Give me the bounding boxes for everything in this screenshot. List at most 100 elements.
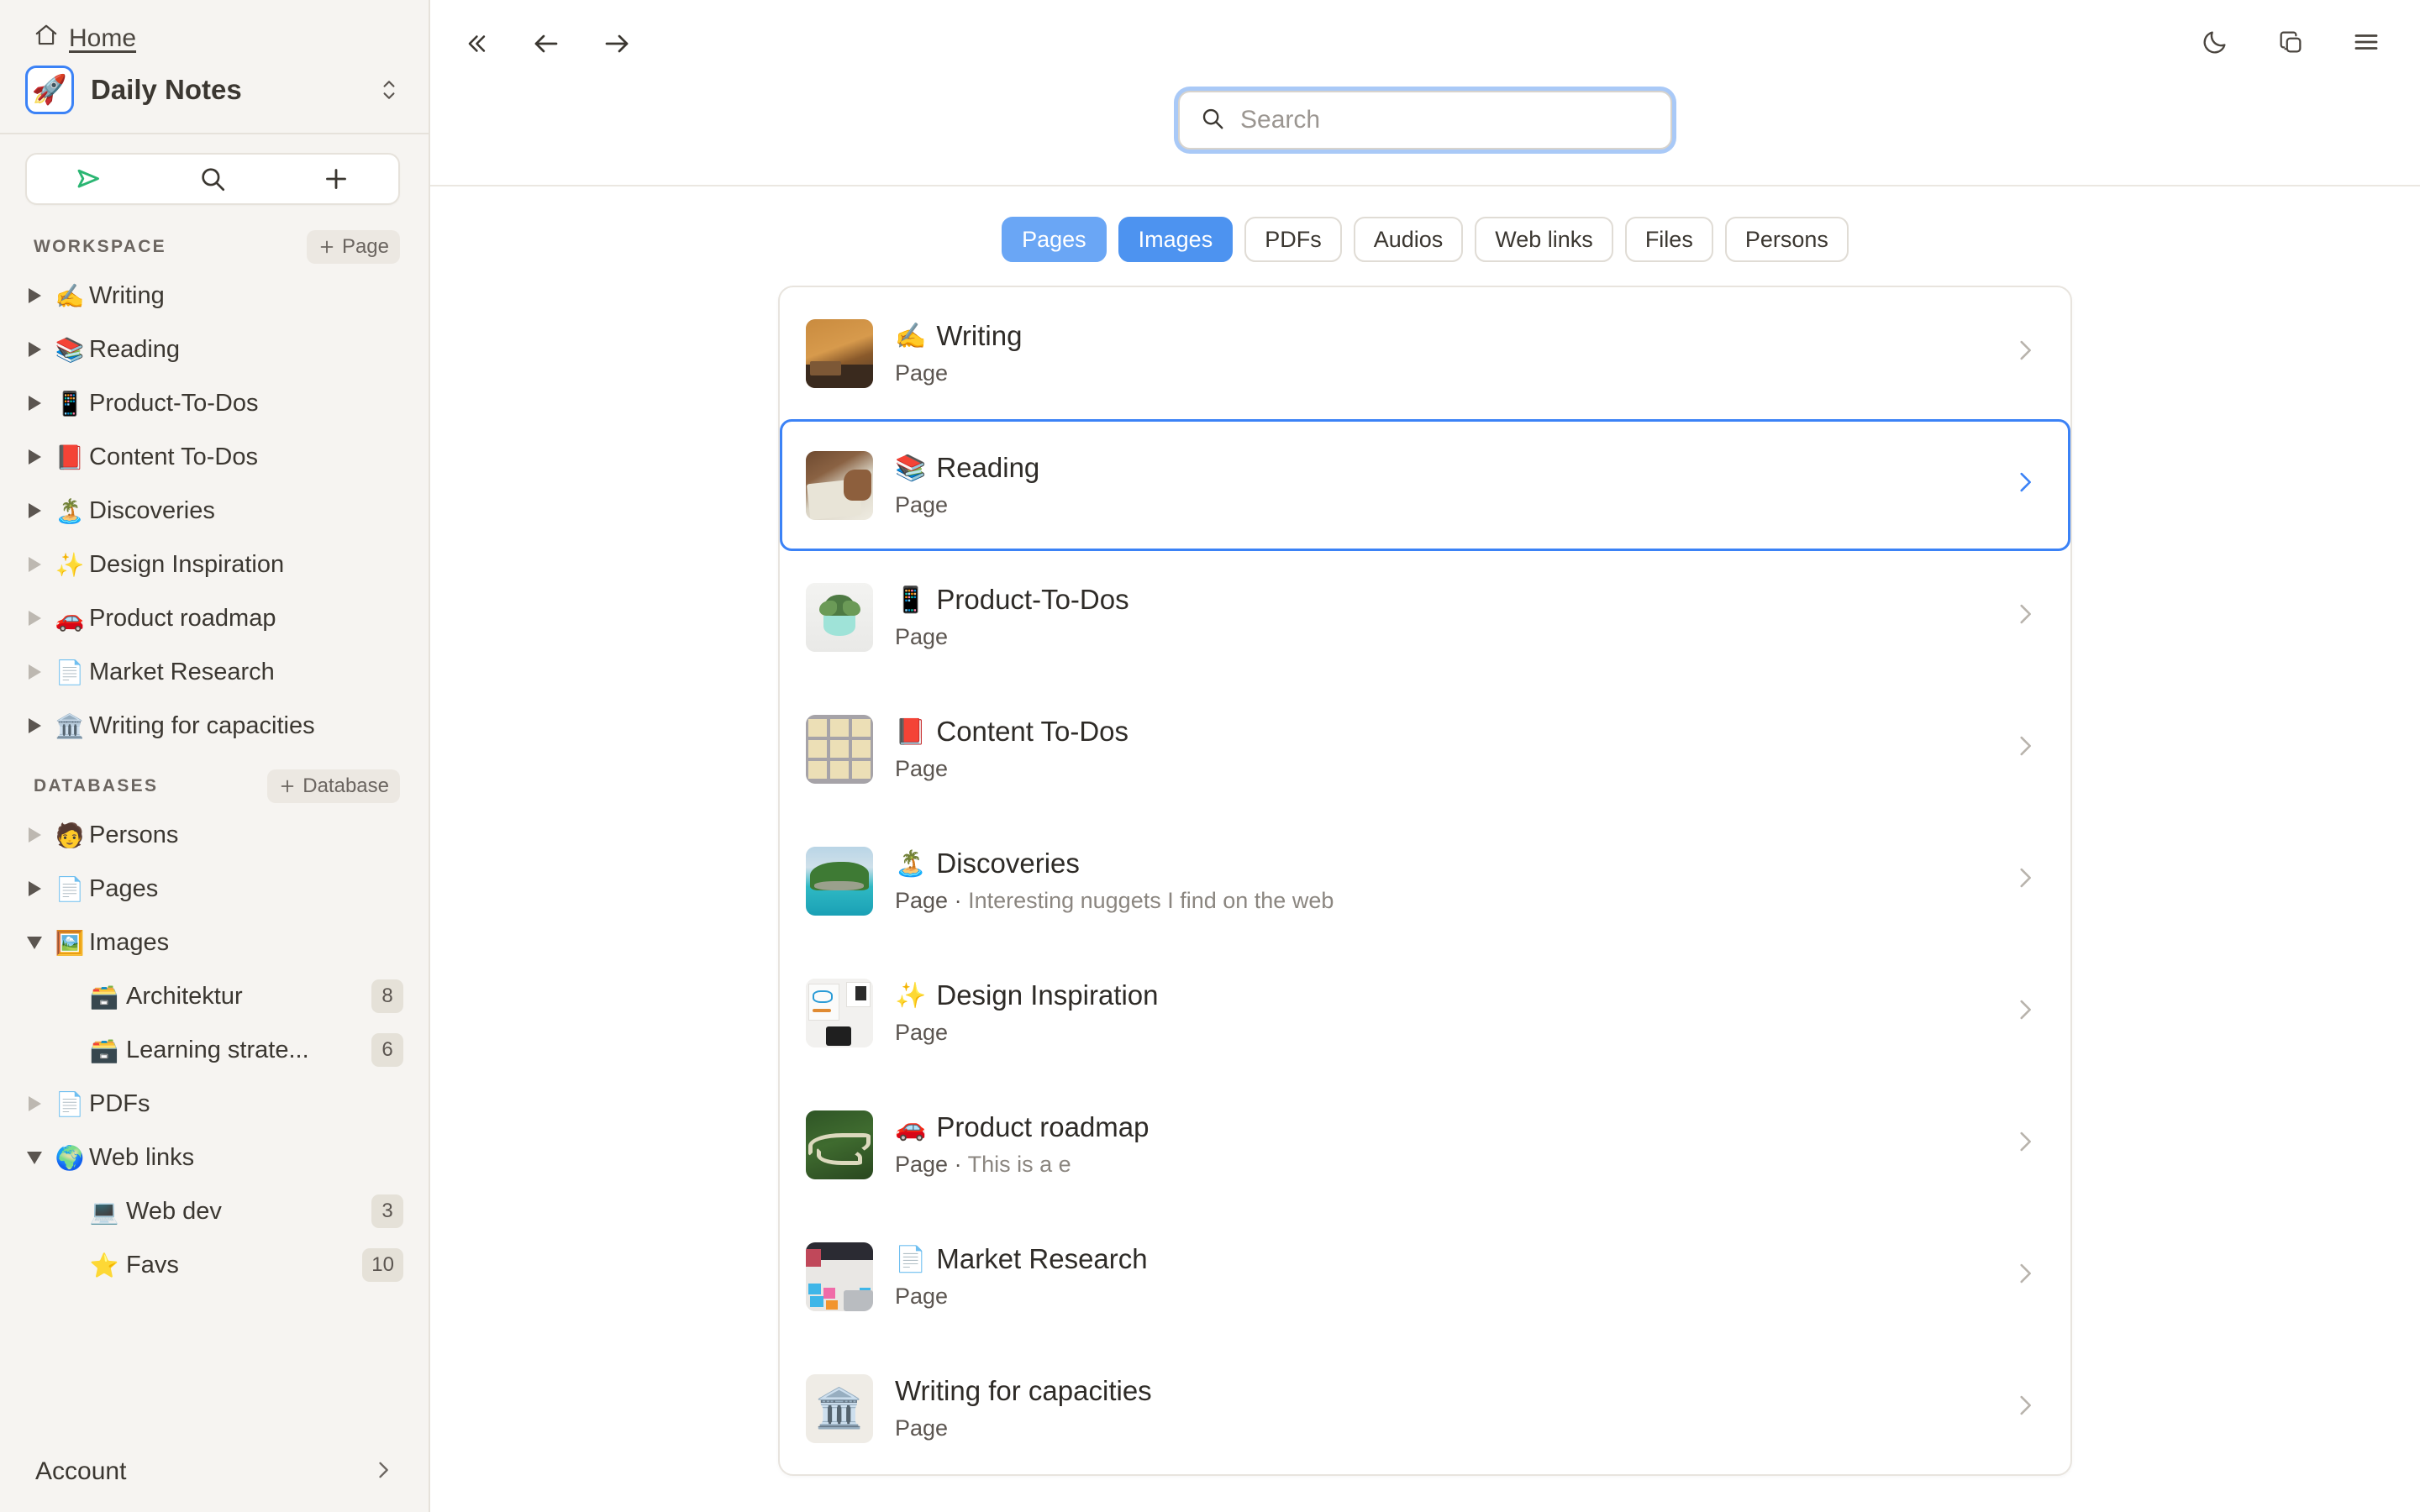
sidebar-item-label: Writing xyxy=(89,282,403,310)
sidebar-item-product-roadmap[interactable]: 🚗Product roadmap xyxy=(0,591,429,645)
chevron-right-icon[interactable] xyxy=(2011,336,2039,370)
chevron-right-icon[interactable] xyxy=(2011,1391,2039,1425)
disclosure-triangle-right-icon[interactable] xyxy=(18,557,50,572)
stack-icon[interactable] xyxy=(2267,18,2314,66)
filter-chip-web-links[interactable]: Web links xyxy=(1475,217,1613,262)
result-title: ✍️Writing xyxy=(895,320,1989,352)
chevron-right-icon[interactable] xyxy=(2011,1127,2039,1162)
sidebar-item-web-links[interactable]: 🌍Web links xyxy=(0,1131,429,1184)
result-row[interactable]: 🏛️Writing for capacitiesPage xyxy=(780,1342,2070,1474)
sidebar-item-market-research[interactable]: 📄Market Research xyxy=(0,645,429,699)
result-row[interactable]: 📄Market ResearchPage xyxy=(780,1210,2070,1342)
sidebar-item-reading[interactable]: 📚Reading xyxy=(0,323,429,376)
sidebar-item-design-inspiration[interactable]: ✨Design Inspiration xyxy=(0,538,429,591)
sidebar-item-images[interactable]: 🖼️Images xyxy=(0,916,429,969)
filter-chip-persons[interactable]: Persons xyxy=(1725,217,1849,262)
collapse-sidebar-icon[interactable] xyxy=(452,20,499,67)
search-area: Search xyxy=(430,91,2420,150)
result-thumbnail-image xyxy=(806,847,873,916)
chevron-right-icon[interactable] xyxy=(2011,995,2039,1030)
result-row[interactable]: 📚ReadingPage xyxy=(780,419,2070,551)
result-type-label: Page xyxy=(895,360,948,386)
disclosure-triangle-right-icon[interactable] xyxy=(18,503,50,518)
databases-nav-list: 🧑Persons📄Pages🖼️Images🗃️Architektur8🗃️Le… xyxy=(0,808,429,1292)
item-emoji-icon: ⭐ xyxy=(82,1252,126,1279)
sidebar-item-label: Content To-Dos xyxy=(89,444,403,471)
sidebar-item-label: Discoveries xyxy=(89,497,403,525)
disclosure-triangle-right-icon[interactable] xyxy=(18,611,50,626)
sidebar-item-persons[interactable]: 🧑Persons xyxy=(0,808,429,862)
search-input[interactable]: Search xyxy=(1178,91,1672,150)
sidebar-item-pdfs[interactable]: 📄PDFs xyxy=(0,1077,429,1131)
result-row[interactable]: ✨Design InspirationPage xyxy=(780,947,2070,1079)
filter-chip-audios[interactable]: Audios xyxy=(1354,217,1464,262)
filter-chip-pdfs[interactable]: PDFs xyxy=(1244,217,1342,262)
result-title-emoji-icon: 🏝️ xyxy=(895,849,926,879)
result-row[interactable]: 🏝️DiscoveriesPage · Interesting nuggets … xyxy=(780,815,2070,947)
workspace-emoji: 🚀 xyxy=(25,66,74,114)
moon-icon[interactable] xyxy=(2191,18,2238,66)
result-title-label: Discoveries xyxy=(936,848,1080,879)
sidebar-item-label: Design Inspiration xyxy=(89,551,403,579)
sidebar-item-architektur[interactable]: 🗃️Architektur8 xyxy=(0,969,429,1023)
chevron-right-icon[interactable] xyxy=(2011,468,2039,502)
search-icon[interactable] xyxy=(150,155,274,203)
disclosure-triangle-right-icon[interactable] xyxy=(18,881,50,896)
disclosure-triangle-right-icon[interactable] xyxy=(18,449,50,465)
disclosure-triangle-down-icon[interactable] xyxy=(18,1152,50,1164)
workspace-switcher[interactable]: 🚀 Daily Notes xyxy=(0,52,429,133)
chevron-right-icon[interactable] xyxy=(2011,600,2039,634)
chevron-updown-icon[interactable] xyxy=(378,73,400,107)
result-row[interactable]: 🚗Product roadmapPage · This is a e xyxy=(780,1079,2070,1210)
item-emoji-icon: ✍️ xyxy=(50,282,89,310)
thumbnail-emoji-icon: 🏛️ xyxy=(815,1385,863,1431)
disclosure-triangle-right-icon[interactable] xyxy=(18,1096,50,1111)
sidebar-item-pages[interactable]: 📄Pages xyxy=(0,862,429,916)
sidebar-item-learning-strate[interactable]: 🗃️Learning strate...6 xyxy=(0,1023,429,1077)
result-detail-label: This is a e xyxy=(968,1152,1071,1177)
result-subtitle: Page xyxy=(895,492,1989,518)
disclosure-triangle-right-icon[interactable] xyxy=(18,827,50,843)
home-link[interactable]: Home xyxy=(34,23,136,55)
sidebar-item-favs[interactable]: ⭐Favs10 xyxy=(0,1238,429,1292)
disclosure-triangle-down-icon[interactable] xyxy=(18,937,50,949)
disclosure-triangle-right-icon[interactable] xyxy=(18,664,50,680)
result-thumbnail-image xyxy=(806,1110,873,1179)
hamburger-menu-icon[interactable] xyxy=(2343,18,2390,66)
item-count-badge: 10 xyxy=(362,1248,403,1282)
add-database-button[interactable]: Database xyxy=(267,769,400,803)
sidebar-item-web-dev[interactable]: 💻Web dev3 xyxy=(0,1184,429,1238)
chevron-right-icon[interactable] xyxy=(2011,732,2039,766)
sidebar-item-discoveries[interactable]: 🏝️Discoveries xyxy=(0,484,429,538)
result-row[interactable]: 📱Product-To-DosPage xyxy=(780,551,2070,683)
arrow-left-icon[interactable] xyxy=(523,20,570,67)
item-emoji-icon: ✨ xyxy=(50,551,89,579)
arrow-right-icon[interactable] xyxy=(593,20,640,67)
send-icon[interactable] xyxy=(27,155,150,203)
result-row[interactable]: 📕Content To-DosPage xyxy=(780,683,2070,815)
filter-chip-files[interactable]: Files xyxy=(1625,217,1713,262)
result-row[interactable]: ✍️Writing Page xyxy=(780,287,2070,419)
add-page-button[interactable]: Page xyxy=(307,230,400,264)
sidebar-item-writing-for-capacities[interactable]: 🏛️Writing for capacities xyxy=(0,699,429,753)
chevron-right-icon[interactable] xyxy=(2011,1259,2039,1294)
databases-section-title: DATABASES xyxy=(34,776,158,796)
filter-chip-images[interactable]: Images xyxy=(1118,217,1234,262)
disclosure-triangle-right-icon[interactable] xyxy=(18,396,50,411)
chevron-right-icon[interactable] xyxy=(2011,864,2039,898)
disclosure-triangle-right-icon[interactable] xyxy=(18,718,50,733)
triangle-right-icon xyxy=(29,396,41,411)
plus-icon[interactable] xyxy=(275,155,398,203)
filter-chip-pages[interactable]: Pages xyxy=(1002,217,1107,262)
disclosure-triangle-right-icon[interactable] xyxy=(18,288,50,303)
sidebar-item-content-to-dos[interactable]: 📕Content To-Dos xyxy=(0,430,429,484)
sidebar-item-product-to-dos[interactable]: 📱Product-To-Dos xyxy=(0,376,429,430)
result-subtitle: Page xyxy=(895,624,1989,650)
triangle-right-icon xyxy=(29,827,41,843)
item-emoji-icon: 📕 xyxy=(50,444,89,471)
sidebar-item-writing[interactable]: ✍️Writing xyxy=(0,269,429,323)
result-title-label: Design Inspiration xyxy=(936,979,1158,1011)
disclosure-triangle-right-icon[interactable] xyxy=(18,342,50,357)
sidebar-item-label: Reading xyxy=(89,336,403,364)
account-button[interactable]: Account xyxy=(0,1431,429,1512)
